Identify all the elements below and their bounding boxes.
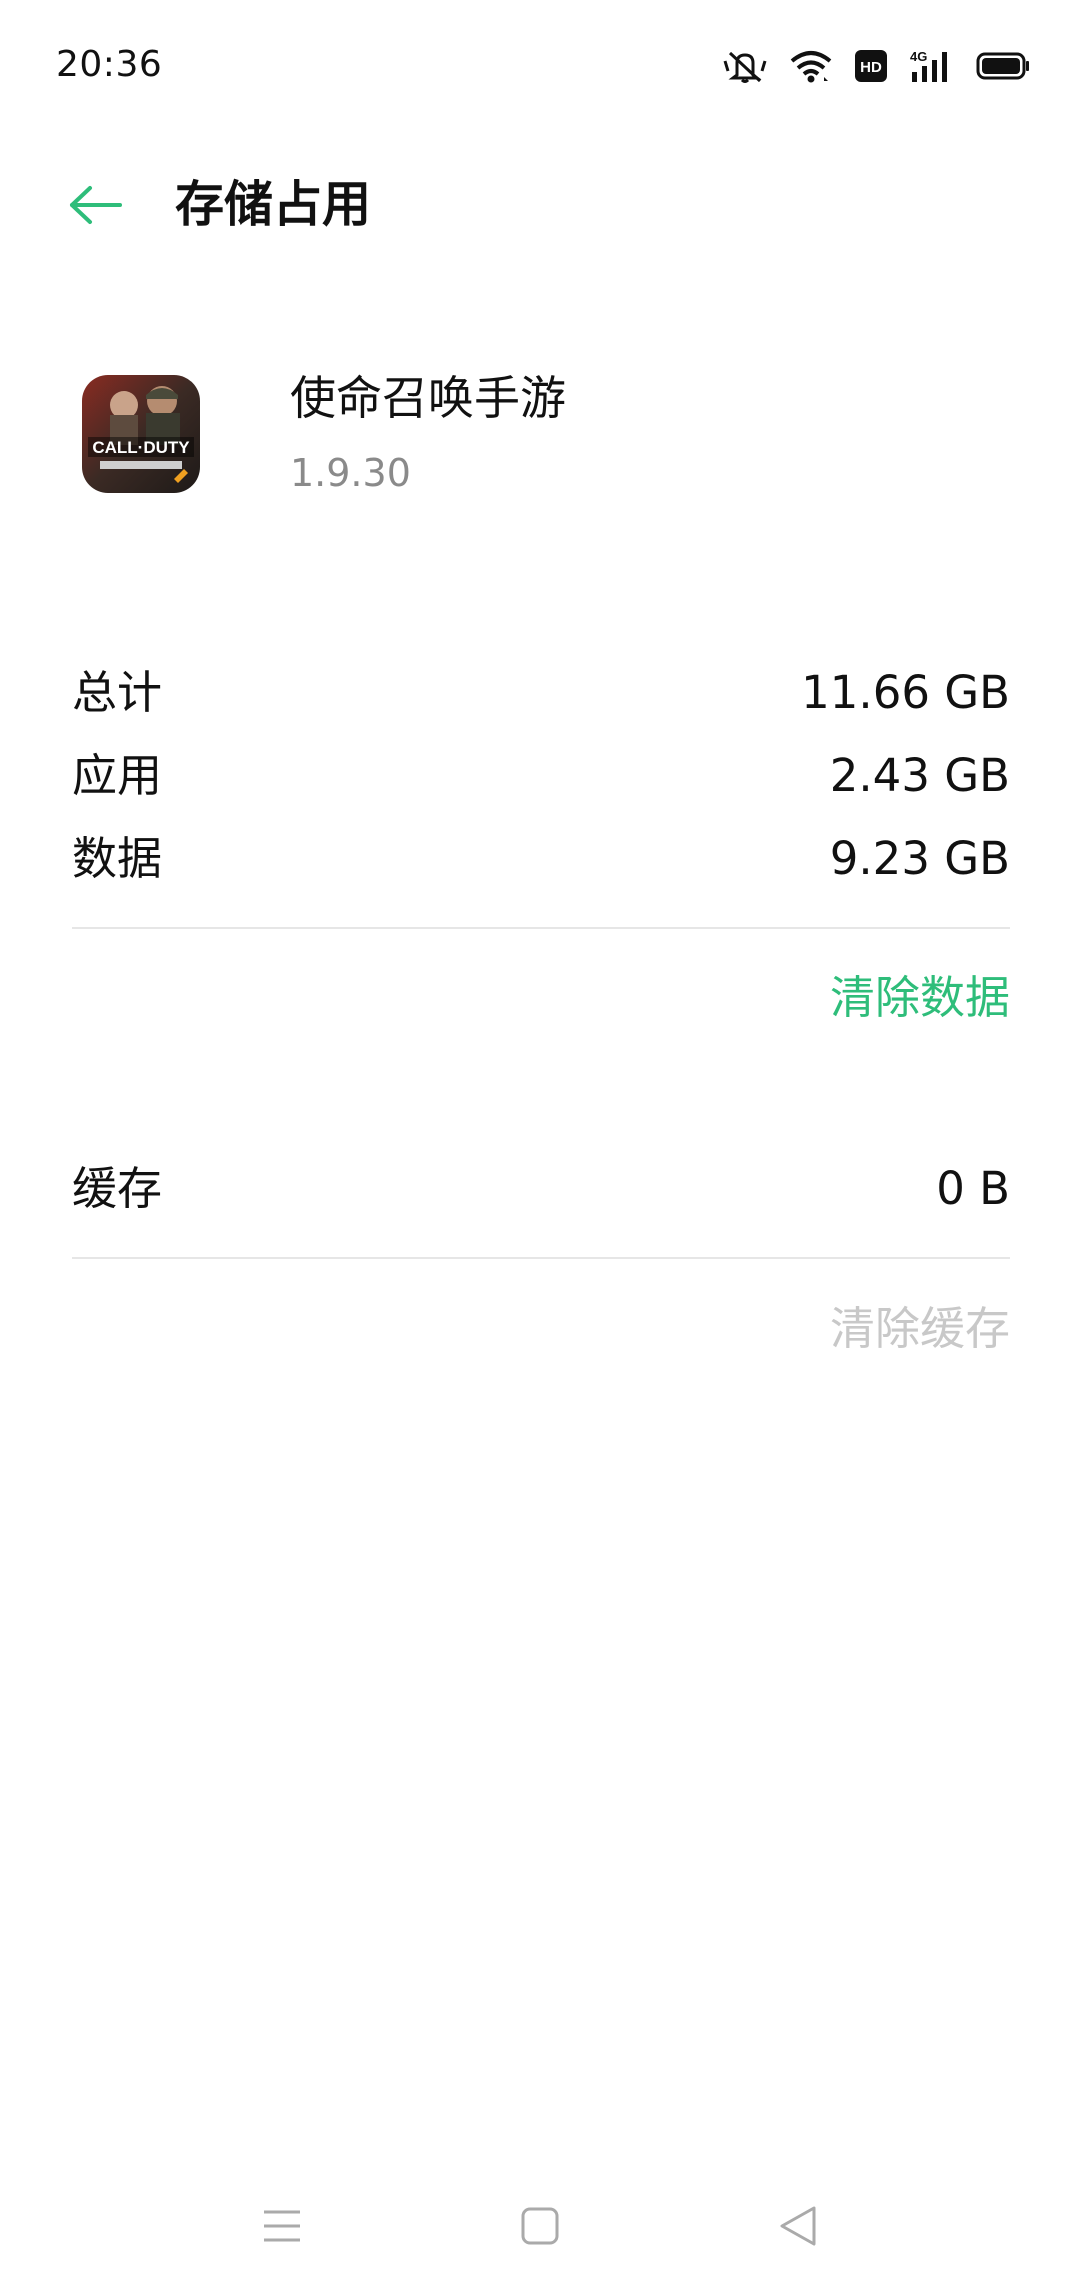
hd-icon: HD	[854, 49, 888, 83]
arrow-left-icon	[70, 186, 122, 224]
back-triangle-icon	[780, 2206, 816, 2246]
cache-value: 0 B	[936, 1162, 1010, 1215]
wifi-icon	[790, 49, 832, 83]
menu-icon	[264, 2210, 300, 2242]
app-icon-text: CALL·DUTY	[92, 438, 190, 457]
nav-back-button[interactable]	[766, 2194, 830, 2258]
app-name: 使命召唤手游	[290, 371, 566, 425]
status-icons: HD 4G	[722, 46, 1030, 86]
home-button[interactable]	[508, 2194, 572, 2258]
data-size-value: 9.23 GB	[829, 832, 1010, 885]
app-size-row: 应用 2.43 GB	[72, 741, 1010, 811]
app-size-value: 2.43 GB	[829, 749, 1010, 802]
app-icon: CALL·DUTY	[82, 375, 200, 493]
total-value: 11.66 GB	[801, 666, 1010, 719]
total-label: 总计	[72, 666, 163, 719]
total-row: 总计 11.66 GB	[72, 658, 1010, 728]
recent-apps-button[interactable]	[250, 2194, 314, 2258]
clear-cache-button[interactable]: 清除缓存	[830, 1294, 1010, 1364]
divider	[72, 1257, 1010, 1259]
clear-data-button[interactable]: 清除数据	[830, 963, 1010, 1033]
back-button[interactable]	[56, 172, 136, 238]
home-icon	[521, 2207, 559, 2245]
hd-text: HD	[860, 59, 882, 76]
navigation-bar	[0, 2170, 1080, 2280]
page-title: 存储占用	[175, 176, 372, 233]
data-size-row: 数据 9.23 GB	[72, 824, 1010, 894]
status-time: 20:36	[56, 44, 163, 85]
divider	[72, 927, 1010, 929]
cache-label: 缓存	[72, 1162, 163, 1215]
header: 存储占用	[0, 150, 1080, 260]
app-version: 1.9.30	[290, 451, 411, 495]
status-bar: 20:36 HD 4G	[0, 0, 1080, 130]
signal-4g-icon: 4G	[910, 48, 954, 84]
network-type-text: 4G	[910, 49, 927, 64]
battery-icon	[976, 51, 1030, 81]
data-size-label: 数据	[72, 832, 163, 885]
app-size-label: 应用	[72, 749, 163, 802]
mute-icon	[722, 49, 768, 83]
cache-row: 缓存 0 B	[72, 1154, 1010, 1224]
